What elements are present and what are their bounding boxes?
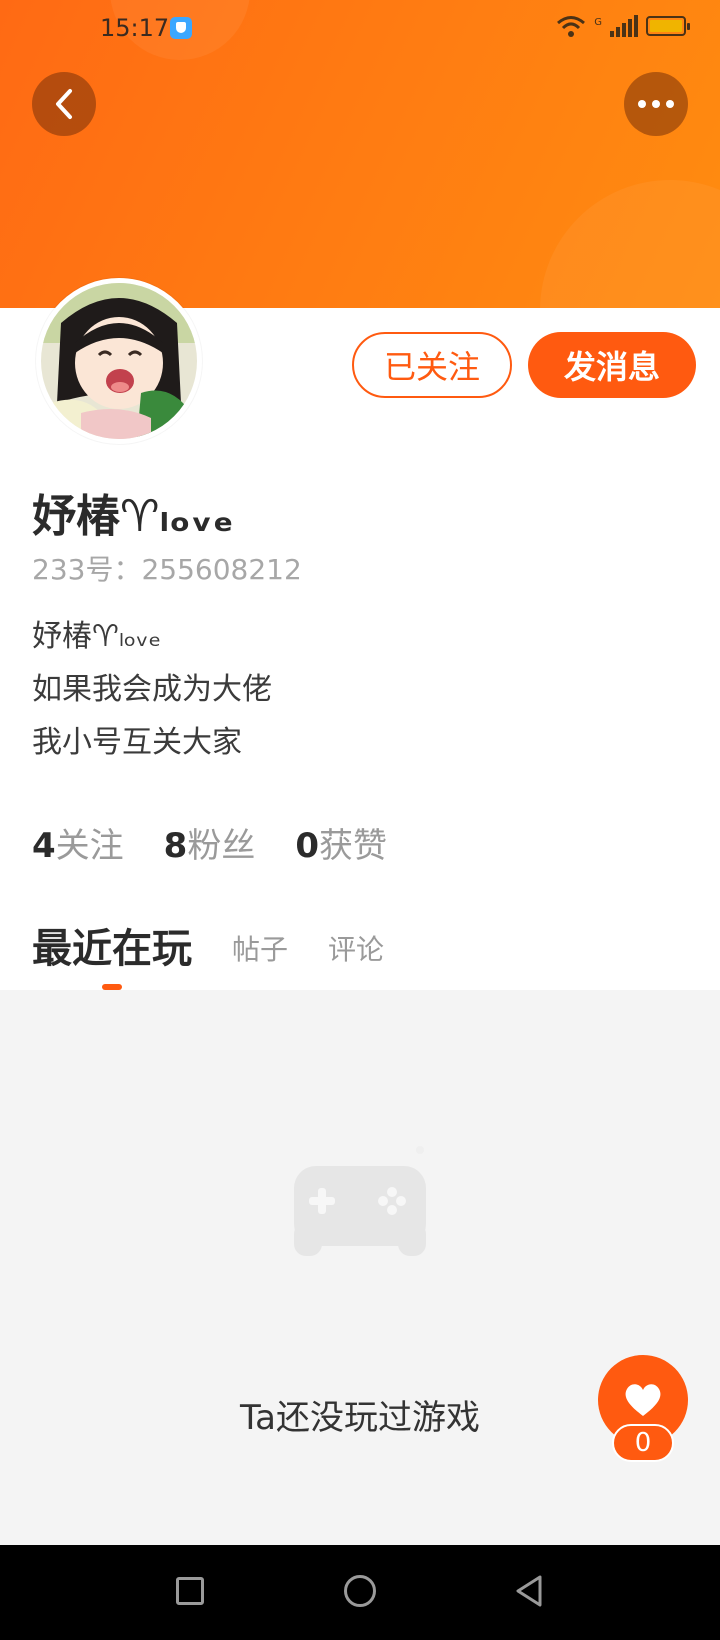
wifi-icon [557,16,586,37]
following-label: 关注 [55,826,124,866]
tab-posts[interactable]: 帖子 [232,928,288,974]
chevron-left-icon [56,89,72,119]
following-count: 4 [32,826,56,866]
recently-played-content: Ta还没玩过游戏 [0,990,720,1545]
fans-label: 粉丝 [187,826,256,866]
system-navigation-bar [0,1545,720,1640]
heart-icon [625,1384,661,1416]
likes-label: 获赞 [319,826,388,866]
following-stat[interactable]: 4关注 [32,818,124,867]
bio-line: 我小号互关大家 [32,725,242,760]
avatar[interactable] [36,278,202,444]
more-button[interactable] [624,72,688,136]
status-icons: G [556,14,690,38]
user-id: 233号：255608212 [32,553,302,586]
battery-icon [646,16,690,36]
bio: 妤椿♈ₗₒᵥₑ 如果我会成为大佬 我小号互关大家 [32,610,272,769]
shield-icon [170,17,192,39]
bio-line: 如果我会成为大佬 [32,672,272,707]
more-horizontal-icon [638,100,674,108]
send-message-button[interactable]: 发消息 [528,332,696,398]
bio-line: 妤椿♈ₗₒᵥₑ [32,619,162,654]
status-time: 15:17 [100,14,170,42]
profile-tabs: 最近在玩 帖子 评论 [32,916,384,990]
avatar-image [41,283,197,439]
follow-button[interactable]: 已关注 [352,332,512,398]
likes-stat[interactable]: 0获赞 [295,818,387,867]
back-button[interactable] [32,72,96,136]
header-decoration [540,180,720,308]
fans-stat[interactable]: 8粉丝 [164,818,256,867]
fans-count: 8 [163,826,188,866]
stats-row: 4关注 8粉丝 0获赞 [32,818,387,867]
status-bar: 15:17 G [0,0,720,56]
network-type: G [594,16,602,28]
username: 妤椿♈ₗₒᵥₑ [32,491,234,542]
signal-icon [610,15,638,37]
tab-comments[interactable]: 评论 [328,928,384,974]
like-count-badge: 0 [612,1424,674,1462]
gamepad-icon [294,1146,426,1256]
recent-apps-button[interactable] [176,1577,204,1605]
home-button[interactable] [344,1575,376,1607]
likes-count: 0 [295,826,320,866]
tab-recently-played[interactable]: 最近在玩 [32,916,192,990]
nav-back-button[interactable] [514,1573,544,1609]
